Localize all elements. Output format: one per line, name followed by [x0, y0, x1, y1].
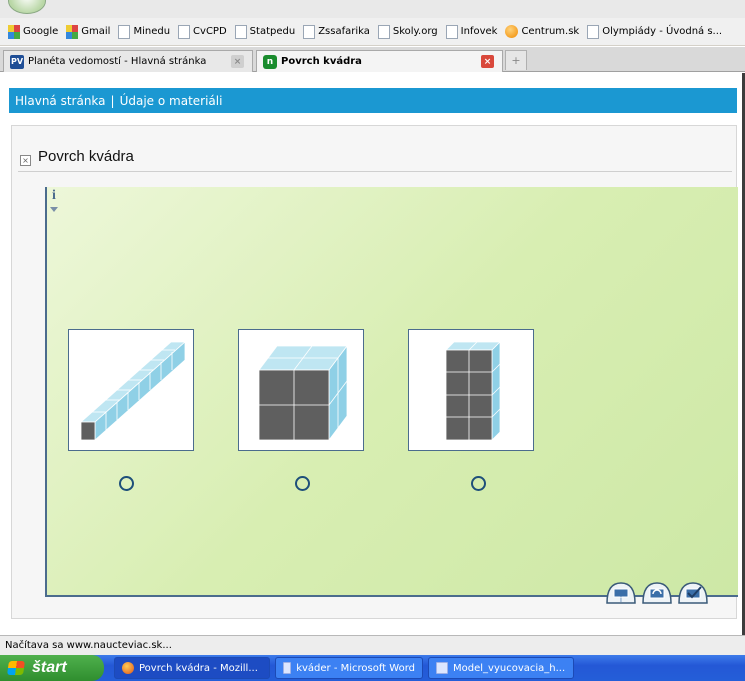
- info-icon[interactable]: i: [47, 188, 61, 214]
- page-icon: [377, 24, 390, 39]
- option-card-tower[interactable]: [408, 329, 534, 451]
- taskbar-item-firefox[interactable]: Povrch kvádra - Mozill...: [114, 657, 270, 679]
- close-tab-icon[interactable]: ×: [231, 55, 244, 68]
- page-icon: [178, 24, 191, 39]
- nav-separator: |: [110, 93, 115, 108]
- word-icon: [283, 662, 292, 674]
- nav-link-material-info[interactable]: Údaje o materiáli: [120, 94, 223, 108]
- back-button[interactable]: [8, 0, 46, 14]
- status-text: Načítava sa www.naucteviac.sk...: [5, 640, 172, 651]
- tab-bar: PV Planéta vedomostí - Hlavná stránka × …: [0, 47, 745, 72]
- google-icon: [66, 24, 79, 39]
- widget-title: Povrch kvádra: [38, 148, 134, 165]
- bookmark-minedu[interactable]: Minedu: [118, 24, 171, 39]
- tab-title: Planéta vedomostí - Hlavná stránka: [28, 56, 207, 67]
- bookmark-label: Infovek: [460, 26, 498, 37]
- bookmark-centrum[interactable]: Centrum.sk: [505, 25, 579, 38]
- bookmark-label: Olympiády - Úvodná s...: [602, 26, 723, 37]
- bookmark-label: Zssafarika: [318, 26, 370, 37]
- tab-planeta[interactable]: PV Planéta vedomostí - Hlavná stránka ×: [3, 50, 253, 72]
- windows-taskbar: štart Povrch kvádra - Mozill... kváder -…: [0, 655, 745, 681]
- page-icon: [118, 24, 131, 39]
- page-icon: [445, 24, 458, 39]
- reset-button[interactable]: [640, 579, 674, 607]
- word-icon: [436, 662, 448, 674]
- new-tab-button[interactable]: +: [505, 50, 527, 70]
- bookmark-label: Skoly.org: [392, 26, 438, 37]
- bookmark-label: Centrum.sk: [521, 26, 580, 37]
- nav-link-home[interactable]: Hlavná stránka: [15, 94, 106, 108]
- bookmark-statpedu[interactable]: Statpedu: [234, 24, 296, 39]
- bookmark-label: Minedu: [133, 26, 171, 37]
- option-radio-rod[interactable]: [119, 476, 134, 491]
- bookmark-olympiady[interactable]: Olympiády - Úvodná s...: [587, 24, 723, 39]
- bookmark-gmail[interactable]: Gmail: [66, 24, 111, 39]
- task-label: Model_vyucovacia_h...: [453, 662, 566, 674]
- bookmarks-bar: Google Gmail Minedu CvCPD Statpedu Zssaf…: [0, 18, 745, 46]
- taskbar-item-word-model[interactable]: Model_vyucovacia_h...: [428, 657, 574, 679]
- rod-cuboid-icon: [79, 341, 187, 441]
- bookmark-skoly[interactable]: Skoly.org: [377, 24, 438, 39]
- tab-povrch-kvadra[interactable]: n Povrch kvádra ×: [256, 50, 503, 72]
- tab-title: Povrch kvádra: [281, 56, 362, 67]
- svg-text:i: i: [620, 596, 622, 604]
- cube-cuboid-icon: [258, 344, 348, 442]
- page-icon: [234, 24, 247, 39]
- check-button[interactable]: [676, 579, 710, 607]
- bookmark-cvcpd[interactable]: CvCPD: [178, 24, 227, 39]
- task-label: Povrch kvádra - Mozill...: [139, 662, 258, 674]
- info-button[interactable]: i: [604, 579, 638, 607]
- taskbar-item-word-kvader[interactable]: kváder - Microsoft Word: [275, 657, 423, 679]
- site-nav-bar: Hlavná stránka | Údaje o materiáli: [9, 88, 737, 113]
- page-content: Hlavná stránka | Údaje o materiáli × Pov…: [0, 73, 745, 635]
- title-divider: [18, 171, 732, 172]
- centrum-icon: [505, 25, 519, 38]
- browser-toolbar-edge: [0, 0, 745, 18]
- task-label: kváder - Microsoft Word: [296, 662, 415, 674]
- bookmark-zssafarika[interactable]: Zssafarika: [303, 24, 370, 39]
- bookmark-label: CvCPD: [193, 26, 227, 37]
- close-tab-icon[interactable]: ×: [481, 55, 494, 68]
- page-icon: [303, 24, 316, 39]
- planeta-favicon: PV: [10, 54, 24, 69]
- option-radio-cube[interactable]: [295, 476, 310, 491]
- status-bar: Načítava sa www.naucteviac.sk...: [0, 635, 745, 655]
- firefox-icon: [122, 662, 134, 674]
- site-favicon: n: [263, 54, 277, 69]
- page-icon: [587, 24, 600, 39]
- close-widget-icon[interactable]: ×: [20, 155, 31, 166]
- option-card-rod[interactable]: [68, 329, 194, 451]
- bookmark-label: Statpedu: [249, 26, 296, 37]
- bookmark-google[interactable]: Google: [8, 24, 59, 39]
- start-button[interactable]: štart: [0, 655, 104, 681]
- google-icon: [8, 24, 20, 39]
- option-radio-tower[interactable]: [471, 476, 486, 491]
- option-card-cube[interactable]: [238, 329, 364, 451]
- bookmark-label: Gmail: [81, 26, 111, 37]
- bookmark-infovek[interactable]: Infovek: [445, 24, 498, 39]
- windows-logo-icon: [7, 661, 25, 675]
- tower-cuboid-icon: [445, 341, 501, 441]
- start-label: štart: [32, 659, 67, 676]
- bookmark-label: Google: [23, 26, 59, 37]
